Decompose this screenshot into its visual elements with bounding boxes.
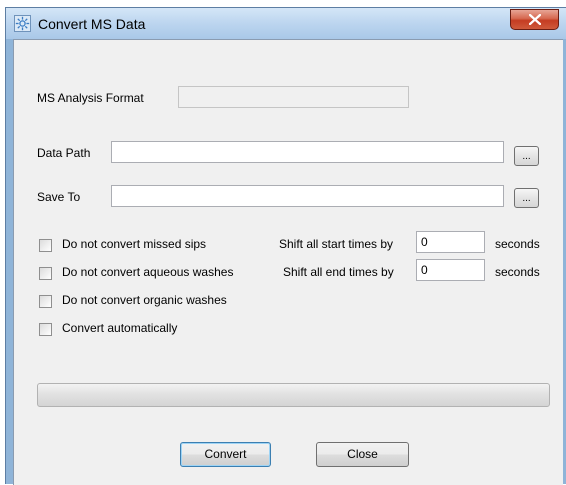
data-path-browse-button[interactable]: ... (514, 146, 539, 166)
shift-end-input[interactable]: 0 (416, 259, 485, 281)
save-to-label: Save To (37, 190, 81, 204)
ms-format-label: MS Analysis Format (37, 91, 144, 105)
shift-end-unit: seconds (495, 265, 540, 279)
shift-start-label: Shift all start times by (279, 237, 394, 251)
gear-sun-icon (14, 15, 31, 32)
convert-button[interactable]: Convert (180, 442, 271, 467)
save-to-browse-button[interactable]: ... (514, 188, 539, 208)
organic-washes-label[interactable]: Do not convert organic washes (62, 293, 227, 307)
aqueous-washes-checkbox[interactable] (39, 267, 52, 280)
convert-automatically-checkbox[interactable] (39, 323, 52, 336)
save-to-input[interactable] (111, 185, 504, 207)
title-bar[interactable]: Convert MS Data (6, 8, 566, 39)
missed-sips-label[interactable]: Do not convert missed sips (62, 237, 206, 251)
dialog-body: MS Analysis Format Data Path ... Save To… (13, 39, 563, 485)
shift-start-input[interactable]: 0 (416, 231, 485, 253)
shift-end-label: Shift all end times by (283, 265, 394, 279)
convert-automatically-label[interactable]: Convert automatically (62, 321, 177, 335)
close-x-icon (529, 14, 541, 25)
ms-format-field (178, 86, 409, 108)
aqueous-washes-label[interactable]: Do not convert aqueous washes (62, 265, 233, 279)
missed-sips-checkbox[interactable] (39, 239, 52, 252)
close-button[interactable]: Close (316, 442, 409, 467)
conversion-progress-bar (37, 383, 550, 407)
data-path-input[interactable] (111, 141, 504, 163)
data-path-label: Data Path (37, 146, 91, 160)
convert-ms-data-window: Convert MS Data MS Analysis Format Data … (5, 7, 566, 485)
window-title: Convert MS Data (38, 16, 146, 32)
window-close-button[interactable] (510, 9, 559, 30)
shift-start-unit: seconds (495, 237, 540, 251)
organic-washes-checkbox[interactable] (39, 295, 52, 308)
